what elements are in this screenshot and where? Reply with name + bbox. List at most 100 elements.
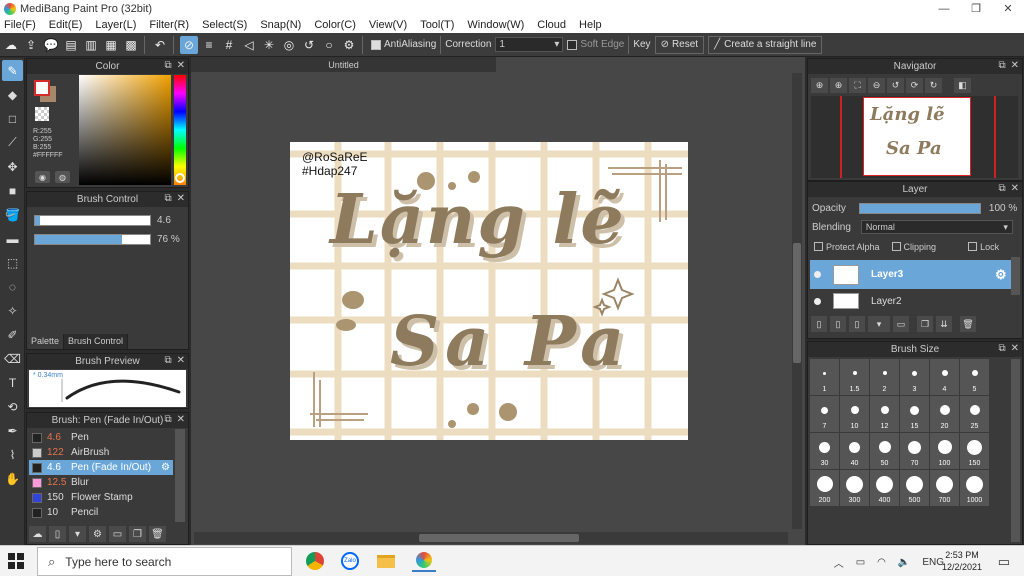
brush-size-option[interactable]: 7	[810, 396, 839, 432]
fit-icon[interactable]: ⛶	[849, 78, 866, 93]
rotate-left-icon[interactable]: ↺	[887, 78, 904, 93]
snap-perspective-icon[interactable]: ◁	[240, 36, 258, 54]
brush-size-option[interactable]: 200	[810, 470, 839, 506]
layer-item-selected[interactable]: Layer3 ⚙	[810, 260, 1011, 289]
brush-size-option[interactable]: 500	[900, 470, 929, 506]
close-icon[interactable]: ✕	[177, 355, 185, 366]
trash-icon[interactable]: 🗑	[149, 526, 166, 542]
snap-ellipse-icon[interactable]: ○	[320, 36, 338, 54]
zoom-in-icon[interactable]: ⊕	[811, 78, 828, 93]
text-tool-icon[interactable]: T	[2, 372, 23, 393]
snap-parallel-icon[interactable]: ≡	[200, 36, 218, 54]
brush-item[interactable]: 150 Flower Stamp	[29, 490, 173, 505]
chevron-up-icon[interactable]: ︿	[834, 555, 844, 570]
rectangle-tool-icon[interactable]: □	[2, 108, 23, 129]
menu-color[interactable]: Color(C)	[314, 19, 356, 31]
soft-edge-checkbox[interactable]	[567, 39, 578, 50]
brush-size-slider[interactable]	[34, 215, 151, 226]
zalo-icon[interactable]: Zalo	[338, 550, 362, 572]
eraser-tool-icon[interactable]: ◆	[2, 84, 23, 105]
select-pen-tool-icon[interactable]: ✐	[2, 324, 23, 345]
folder-icon[interactable]: ▭	[109, 526, 126, 542]
bucket-tool-icon[interactable]: 🪣	[2, 204, 23, 225]
brush-size-option[interactable]: 100	[930, 433, 959, 469]
color-swap-icon[interactable]: ◍	[55, 171, 70, 183]
brush-size-option[interactable]: 25	[960, 396, 989, 432]
cloud-brush-icon[interactable]: ☁	[29, 526, 46, 542]
brush-item[interactable]: 10 Pencil	[29, 505, 173, 520]
brush-size-option[interactable]: 1	[810, 359, 839, 395]
drawing-canvas[interactable]: @RoSaReE #Hdap247 Lặng lẽ Sa Pa	[290, 142, 688, 440]
brush-size-option[interactable]: 5	[960, 359, 989, 395]
popout-icon[interactable]: ⧉	[998, 343, 1005, 354]
taskbar-search-box[interactable]: ⌕ Type here to search	[37, 547, 292, 576]
zoom-out-icon[interactable]: ⊖	[868, 78, 885, 93]
lasso-tool-icon[interactable]: ◌	[2, 276, 23, 297]
magic-wand-tool-icon[interactable]: ✧	[2, 300, 23, 321]
reset-button[interactable]: ⊘ Reset	[654, 35, 705, 54]
brush-size-option[interactable]: 150	[960, 433, 989, 469]
vertical-scrollbar[interactable]	[792, 73, 802, 529]
vertical-scroll-thumb[interactable]	[793, 243, 801, 363]
duplicate-layer-icon[interactable]: ❐	[917, 316, 933, 332]
blending-select[interactable]: Normal ▾	[860, 220, 1013, 234]
horizontal-scrollbar[interactable]	[194, 532, 788, 544]
horizontal-scroll-thumb[interactable]	[419, 534, 579, 542]
minimize-button[interactable]: —	[928, 0, 960, 17]
zoom-in-alt-icon[interactable]: ⊕	[830, 78, 847, 93]
restore-button[interactable]: ❐	[960, 0, 992, 17]
snap-settings-icon[interactable]: ⚙	[340, 36, 358, 54]
menu-filter[interactable]: Filter(R)	[149, 19, 189, 31]
cloud-icon[interactable]: ☁	[2, 36, 20, 54]
antialiasing-checkbox[interactable]	[371, 39, 381, 50]
protect-alpha-checkbox[interactable]	[814, 242, 823, 251]
brush-size-option[interactable]: 50	[870, 433, 899, 469]
brush-size-option[interactable]: 15	[900, 396, 929, 432]
gradient-tool-icon[interactable]: ▬	[2, 228, 23, 249]
brush-item[interactable]: 122 AirBrush	[29, 445, 173, 460]
page-icon[interactable]: ▥	[82, 36, 100, 54]
flip-icon[interactable]: ◧	[954, 78, 971, 93]
brush-list-scrollbar[interactable]	[175, 429, 185, 522]
share-icon[interactable]: ⇪	[22, 36, 40, 54]
gear-icon[interactable]: ⚙	[161, 462, 170, 473]
layer-opacity-slider[interactable]	[858, 202, 981, 214]
divide-tool-icon[interactable]: ⌇	[2, 444, 23, 465]
undo-icon[interactable]: ↶	[151, 36, 169, 54]
menu-snap[interactable]: Snap(N)	[260, 19, 301, 31]
popout-icon[interactable]: ⧉	[164, 60, 171, 71]
select-tool-icon[interactable]: ⬚	[2, 252, 23, 273]
popout-icon[interactable]: ⧉	[998, 183, 1005, 194]
move-tool-icon[interactable]: ✥	[2, 156, 23, 177]
medibang-app-icon[interactable]	[412, 550, 436, 572]
windows-start-icon[interactable]	[8, 553, 24, 569]
merge-layer-icon[interactable]: ⇊	[936, 316, 952, 332]
rotate-reset-icon[interactable]: ⟳	[906, 78, 923, 93]
color-wheel-icon[interactable]: ◉	[35, 171, 50, 183]
menu-window[interactable]: Window(W)	[467, 19, 524, 31]
lock-checkbox[interactable]	[968, 242, 978, 251]
volume-icon[interactable]: 🔈	[898, 557, 910, 568]
menu-select[interactable]: Select(S)	[202, 19, 247, 31]
brush-size-option[interactable]: 4	[930, 359, 959, 395]
snap-radial-icon[interactable]: ✳	[260, 36, 278, 54]
panel-icon[interactable]: ▤	[62, 36, 80, 54]
popout-icon[interactable]: ⧉	[164, 414, 171, 425]
menu-tool[interactable]: Tool(T)	[420, 19, 454, 31]
brush-size-option[interactable]: 300	[840, 470, 869, 506]
brush-size-option[interactable]: 3	[900, 359, 929, 395]
layer-item[interactable]: Layer2	[810, 290, 1011, 312]
menu-layer[interactable]: Layer(L)	[95, 19, 136, 31]
wifi-icon[interactable]: ◠	[877, 557, 886, 568]
snap-curve-icon[interactable]: ↺	[300, 36, 318, 54]
popout-icon[interactable]: ⧉	[164, 193, 171, 204]
brush-size-option[interactable]: 40	[840, 433, 869, 469]
notification-icon[interactable]: ▭	[998, 554, 1010, 570]
snap-circle-icon[interactable]: ◎	[280, 36, 298, 54]
brush-settings-icon[interactable]: ⚙	[89, 526, 106, 542]
snap-grid-icon[interactable]: #	[220, 36, 238, 54]
popout-icon[interactable]: ⧉	[998, 60, 1005, 71]
brush-size-option[interactable]: 1000	[960, 470, 989, 506]
new-layer-1bit-icon[interactable]: ▯	[830, 316, 846, 332]
chrome-icon[interactable]	[303, 550, 327, 572]
